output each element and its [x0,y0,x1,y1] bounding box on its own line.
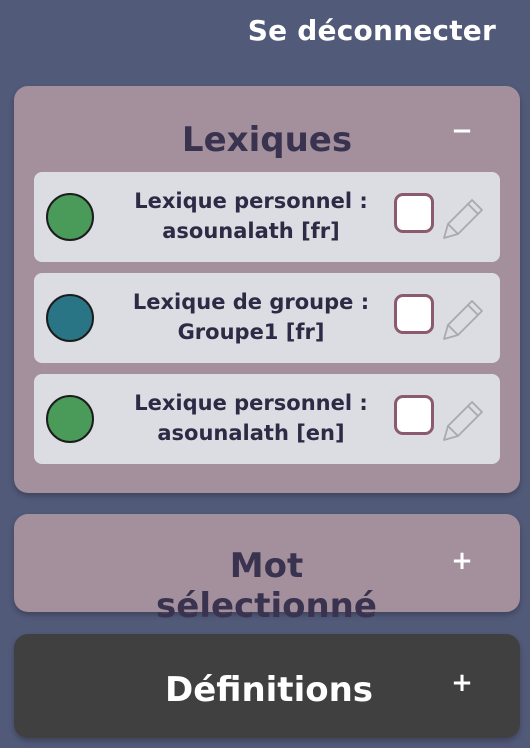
lexique-checkbox[interactable] [394,294,434,334]
pencil-icon[interactable] [442,398,486,442]
lexiques-collapse-button[interactable]: − [448,116,476,146]
lexiques-panel: Lexiques − Lexique personnel : asounalat… [14,86,520,493]
lexique-list: Lexique personnel : asounalath [fr] Lexi… [34,172,500,475]
lexique-item: Lexique de groupe : Groupe1 [fr] [34,273,500,363]
lexique-checkbox[interactable] [394,193,434,233]
lexique-label-line1: Lexique personnel : [134,391,368,415]
mot-selectionne-title: Mot sélectionné [156,546,377,626]
mot-selectionne-expand-button[interactable]: + [448,546,476,576]
lexique-label: Lexique de groupe : Groupe1 [fr] [116,287,386,347]
lexique-color-dot [46,193,94,241]
logout-button[interactable]: Se déconnecter [248,14,496,47]
mot-selectionne-panel[interactable]: Mot sélectionné + [14,514,520,626]
lexique-item: Lexique personnel : asounalath [fr] [34,172,500,262]
lexique-label: Lexique personnel : asounalath [en] [116,388,386,448]
lexique-label-line2: Groupe1 [fr] [177,320,325,344]
definitions-expand-button[interactable]: + [448,668,476,698]
lexique-item: Lexique personnel : asounalath [en] [34,374,500,464]
lexique-label-line1: Lexique personnel : [134,189,368,213]
lexiques-title: Lexiques [181,120,353,160]
lexique-label: Lexique personnel : asounalath [fr] [116,186,386,246]
pencil-icon[interactable] [442,297,486,341]
lexique-color-dot [46,395,94,443]
pencil-icon[interactable] [442,196,486,240]
lexique-label-line1: Lexique de groupe : [132,290,370,314]
definitions-panel[interactable]: Définitions + [14,634,520,738]
lexique-color-dot [46,294,94,342]
page: Se déconnecter Lexiques − Lexique person… [0,0,530,748]
lexique-label-line2: asounalath [en] [157,421,345,445]
lexique-label-line2: asounalath [fr] [162,219,340,243]
lexique-checkbox[interactable] [394,395,434,435]
definitions-title: Définitions [164,670,374,710]
